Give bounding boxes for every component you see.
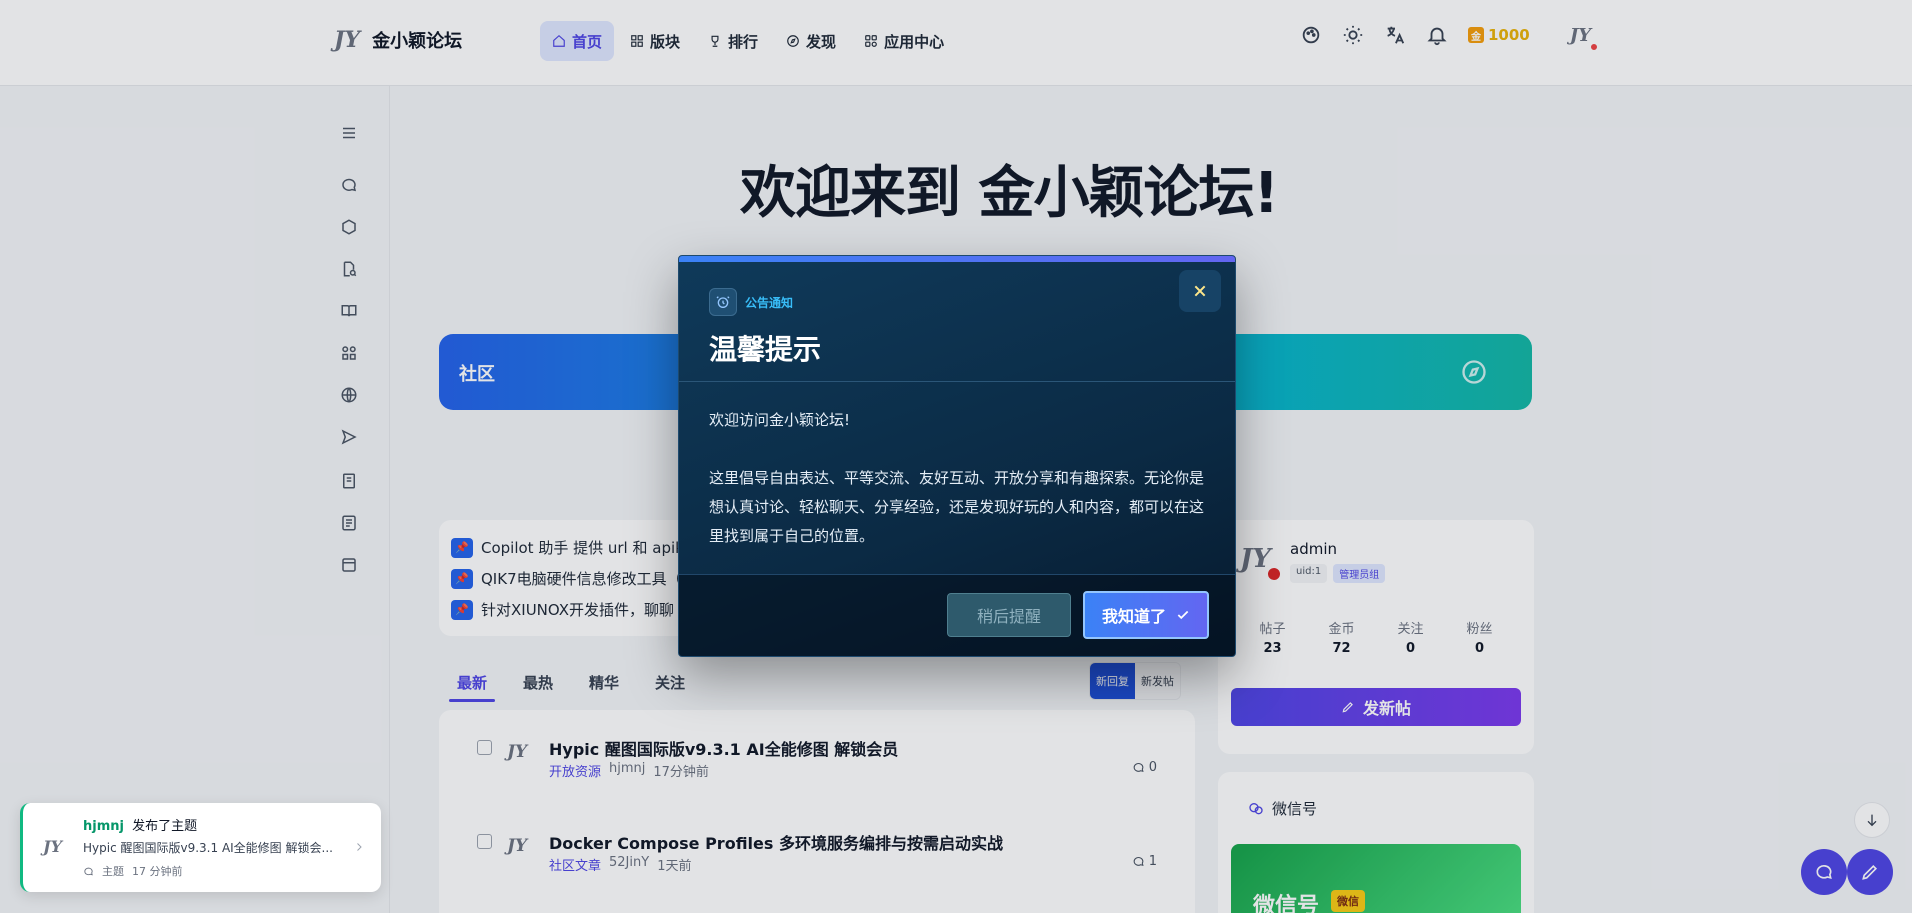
check-icon — [1177, 610, 1189, 620]
toast-type: 主题 — [102, 865, 124, 878]
modal-body: 欢迎访问金小颖论坛! 这里倡导自由表达、平等交流、友好互动、开放分享和有趣探索。… — [709, 406, 1209, 551]
toast-user[interactable]: hjmnj — [83, 819, 124, 834]
acknowledge-button[interactable]: 我知道了 — [1083, 591, 1209, 639]
toast-text: Hypic 醒图国际版v9.3.1 AI全能修图 解锁会... — [83, 841, 333, 855]
modal-tag: 公告通知 — [709, 288, 793, 316]
notice-modal: 公告通知 温馨提示 欢迎访问金小颖论坛! 这里倡导自由表达、平等交流、友好互动、… — [678, 255, 1236, 657]
modal-greeting: 欢迎访问金小颖论坛! — [709, 411, 851, 429]
acknowledge-label: 我知道了 — [1101, 607, 1166, 626]
modal-accent-bar — [679, 256, 1235, 262]
toast-time: 17 分钟前 — [132, 865, 183, 878]
toast-heading: hjmnj 发布了主题 — [83, 815, 197, 834]
activity-toast[interactable]: JY hjmnj 发布了主题 Hypic 醒图国际版v9.3.1 AI全能修图 … — [20, 803, 381, 892]
modal-divider — [679, 381, 1235, 382]
chevron-right-icon — [357, 843, 362, 851]
modal-title: 温馨提示 — [709, 333, 822, 366]
close-icon — [1194, 285, 1206, 297]
modal-close-button[interactable] — [1179, 270, 1221, 312]
toast-avatar: JY — [43, 837, 62, 856]
comment-icon — [84, 867, 93, 875]
modal-message: 这里倡导自由表达、平等交流、友好互动、开放分享和有趣探索。无论你是想认真讨论、轻… — [709, 469, 1205, 545]
alarm-icon — [709, 288, 737, 316]
toast-action: 发布了主题 — [132, 819, 198, 834]
modal-tag-label: 公告通知 — [745, 295, 794, 310]
toast-meta: 主题 17 分钟前 — [83, 863, 183, 879]
remind-later-button[interactable]: 稍后提醒 — [947, 593, 1071, 637]
modal-footer: 稍后提醒 我知道了 — [679, 574, 1235, 656]
